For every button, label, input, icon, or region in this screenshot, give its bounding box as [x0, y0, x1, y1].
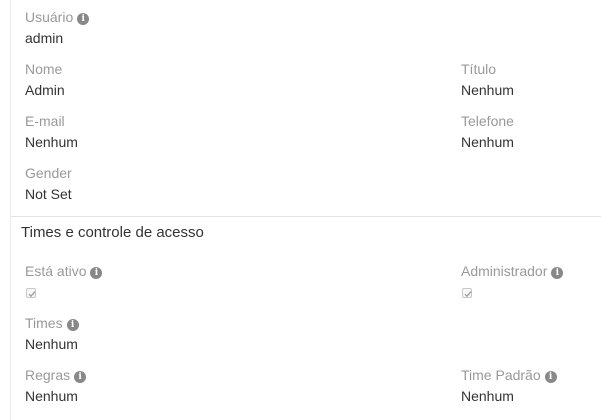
section-divider	[11, 216, 601, 217]
is-active-checkbox[interactable]	[26, 288, 36, 298]
roles-value: Nenhum	[25, 388, 78, 404]
access-section-heading: Times e controle de acesso	[21, 224, 204, 241]
gender-value: Not Set	[25, 186, 72, 202]
default-team-label-text: Time Padrão	[461, 367, 541, 383]
email-label: E-mail	[25, 113, 65, 129]
info-circle-icon[interactable]: i	[66, 319, 79, 331]
phone-label: Telefone	[461, 113, 514, 129]
panel-left-border	[10, 0, 11, 420]
is-active-field-label: Está ativo i	[25, 262, 103, 280]
info-circle-icon[interactable]: i	[77, 13, 90, 25]
username-label-text: Usuário	[25, 9, 74, 25]
admin-field-label: Administrador i	[461, 262, 564, 280]
gender-label: Gender	[25, 165, 72, 181]
name-value: Admin	[25, 82, 65, 98]
is-active-label-text: Está ativo	[25, 263, 87, 279]
title-label: Título	[461, 61, 497, 77]
teams-label-text: Times	[25, 315, 63, 331]
checkmark-icon	[464, 291, 472, 298]
teams-value: Nenhum	[25, 336, 78, 352]
teams-field-label: Times i	[25, 314, 79, 332]
checkmark-icon	[28, 291, 36, 298]
admin-label-text: Administrador	[461, 263, 548, 279]
name-label: Nome	[25, 61, 63, 77]
default-team-field-label: Time Padrão i	[461, 366, 557, 384]
email-value: Nenhum	[25, 134, 78, 150]
roles-label-text: Regras	[25, 367, 71, 383]
username-field-label: Usuário i	[25, 8, 90, 26]
info-circle-icon[interactable]: i	[551, 267, 564, 279]
title-value: Nenhum	[461, 82, 514, 98]
info-circle-icon[interactable]: i	[90, 267, 103, 279]
username-value: admin	[25, 30, 64, 46]
info-circle-icon[interactable]: i	[74, 371, 87, 383]
roles-field-label: Regras i	[25, 366, 87, 384]
phone-value: Nenhum	[461, 134, 514, 150]
admin-checkbox[interactable]	[462, 288, 472, 298]
info-circle-icon[interactable]: i	[544, 371, 557, 383]
default-team-value: Nenhum	[461, 388, 514, 404]
